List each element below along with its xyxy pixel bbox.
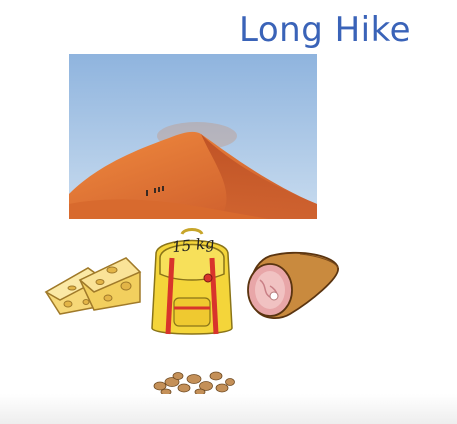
nuts-icon [150, 368, 236, 396]
slide: Long Hike 15 kg [0, 0, 457, 424]
slide-title: Long Hike [239, 10, 411, 50]
bottom-fade [0, 394, 457, 424]
desert-dune-photo [69, 54, 317, 219]
ham-icon [240, 246, 342, 324]
cheese-icon [42, 252, 146, 318]
